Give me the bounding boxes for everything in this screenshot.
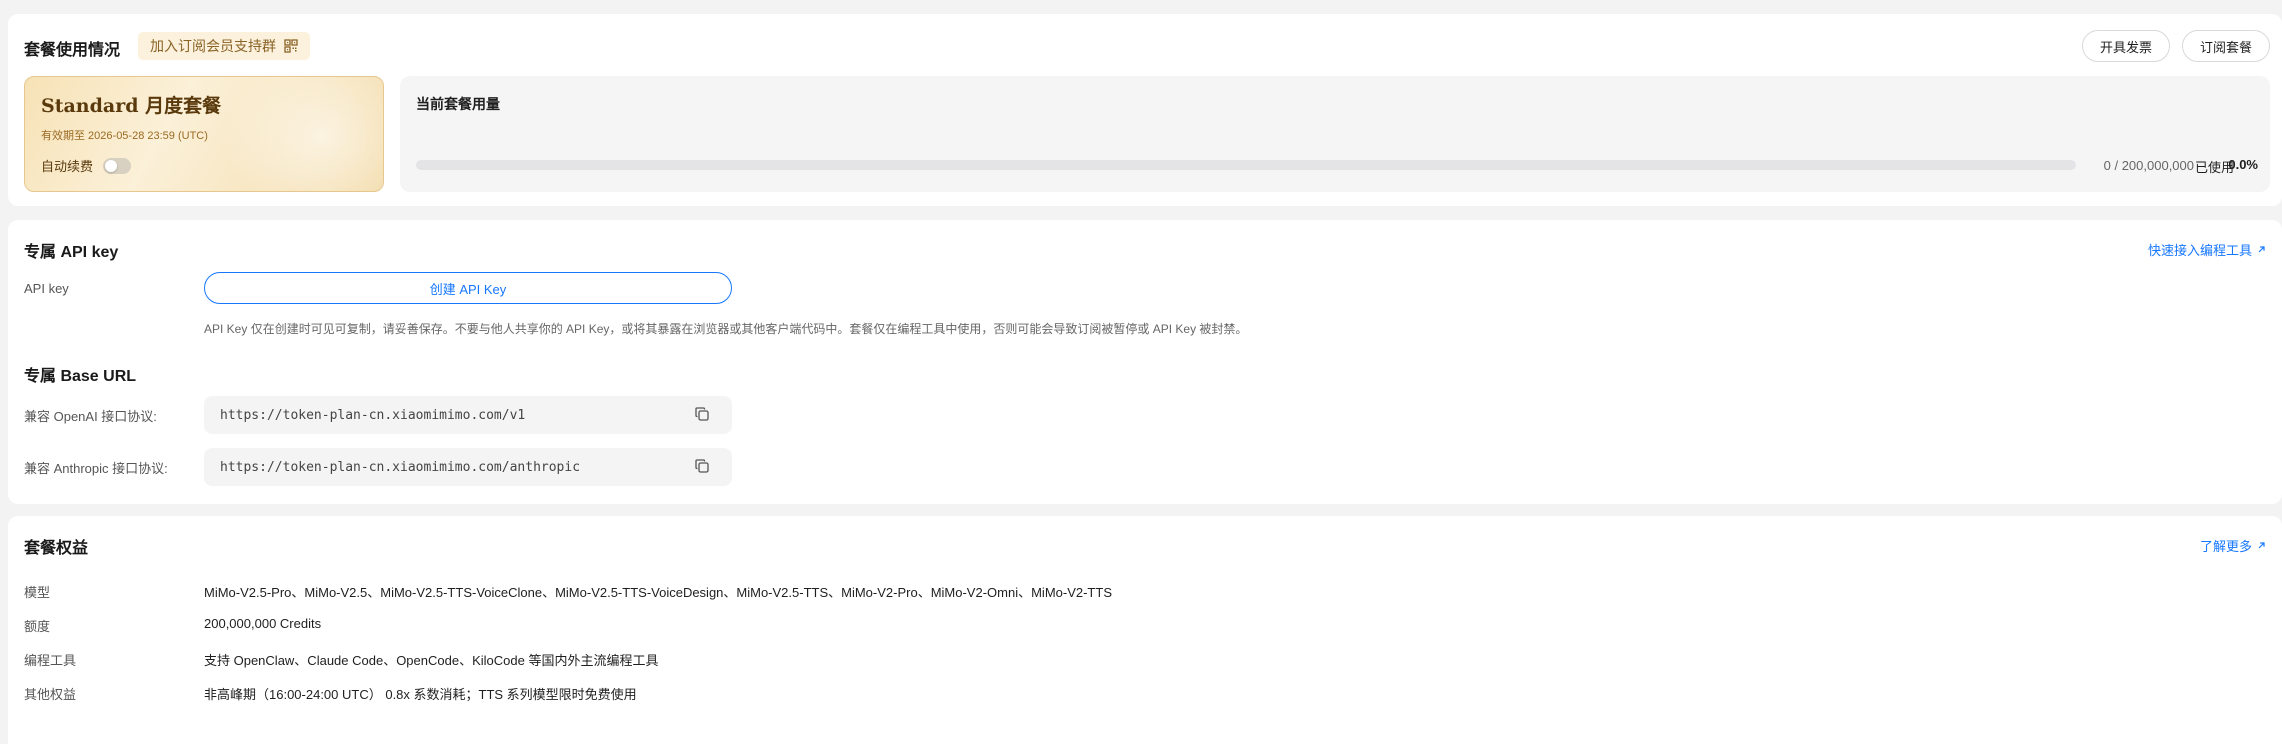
usage-count: 0 / 200,000,000 [2103, 158, 2194, 173]
learn-more-label: 了解更多 [2199, 539, 2252, 554]
anthropic-url: https://token-plan-cn.xiaomimimo.com/ant… [220, 459, 581, 475]
base-url-title: 专属 Base URL [24, 368, 137, 385]
rights-value-other: 非高峰期（16:00-24:00 UTC） 0.8x 系数消耗；TTS 系列模型… [204, 687, 637, 702]
openai-url: https://token-plan-cn.xiaomimimo.com/v1 [220, 407, 526, 423]
auto-renew-label: 自动续费 [41, 159, 94, 174]
learn-more-link[interactable]: 了解更多 [2200, 536, 2266, 555]
rights-value-quota: 200,000,000 Credits [204, 616, 322, 631]
plan-usage-card: 套餐使用情况 加入订阅会员支持群 开具发票 订阅套餐 Standard 月度套餐… [8, 14, 2282, 206]
plan-rights-card: 套餐权益 了解更多 模型 MiMo-V2.5-Pro、MiMo-V2.5、MiM… [8, 516, 2282, 744]
rights-value-models: MiMo-V2.5-Pro、MiMo-V2.5、MiMo-V2.5-TTS-Vo… [204, 585, 1112, 600]
join-group-label: 加入订阅会员支持群 [150, 38, 276, 54]
api-key-field-label: API key [24, 281, 69, 296]
plan-valid-until: 有效期至 2026-05-28 23:59 (UTC) [41, 130, 208, 142]
arrow-up-right-icon [2258, 246, 2265, 253]
arrow-up-right-icon [2258, 542, 2265, 549]
copy-icon[interactable] [694, 458, 710, 474]
toggle-knob [105, 159, 118, 172]
qr-code-icon [284, 39, 298, 53]
plan-usage-title: 套餐使用情况 [24, 42, 121, 59]
usage-progress-bar [416, 160, 2076, 170]
subscribe-plan-button[interactable]: 订阅套餐 [2182, 30, 2270, 62]
api-key-note: API Key 仅在创建时可见可复制，请妥善保存。不要与他人共享你的 API K… [204, 322, 1248, 336]
join-member-group-badge[interactable]: 加入订阅会员支持群 [138, 32, 310, 60]
current-usage-panel: 当前套餐用量 0 / 200,000,000 已使用 0.0% [400, 76, 2270, 192]
auto-renew-toggle[interactable] [103, 157, 132, 174]
plan-name: Standard 月度套餐 [41, 95, 222, 117]
create-api-key-button[interactable]: 创建 API Key [204, 272, 732, 304]
copy-icon[interactable] [694, 406, 710, 422]
auto-renew-row: 自动续费 [41, 156, 132, 175]
current-usage-title: 当前套餐用量 [416, 96, 500, 112]
plan-card: Standard 月度套餐 有效期至 2026-05-28 23:59 (UTC… [24, 76, 384, 192]
api-key-title: 专属 API key [24, 244, 119, 261]
openai-protocol-label: 兼容 OpenAI 接口协议: [24, 409, 157, 424]
quick-access-link[interactable]: 快速接入编程工具 [2148, 240, 2266, 259]
anthropic-protocol-label: 兼容 Anthropic 接口协议: [24, 461, 168, 476]
plan-rights-title: 套餐权益 [24, 540, 89, 557]
anthropic-url-box: https://token-plan-cn.xiaomimimo.com/ant… [204, 448, 732, 486]
rights-label-tools: 编程工具 [24, 653, 77, 668]
used-percent: 0.0% [2228, 157, 2258, 172]
api-key-card: 专属 API key 快速接入编程工具 API key 创建 API Key A… [8, 220, 2282, 504]
rights-label-models: 模型 [24, 585, 51, 600]
rights-label-quota: 额度 [24, 619, 51, 634]
rights-label-other: 其他权益 [24, 687, 77, 702]
quick-access-label: 快速接入编程工具 [2147, 243, 2252, 258]
openai-url-box: https://token-plan-cn.xiaomimimo.com/v1 [204, 396, 732, 434]
issue-invoice-button[interactable]: 开具发票 [2082, 30, 2170, 62]
rights-value-tools: 支持 OpenClaw、Claude Code、OpenCode、KiloCod… [204, 653, 659, 668]
